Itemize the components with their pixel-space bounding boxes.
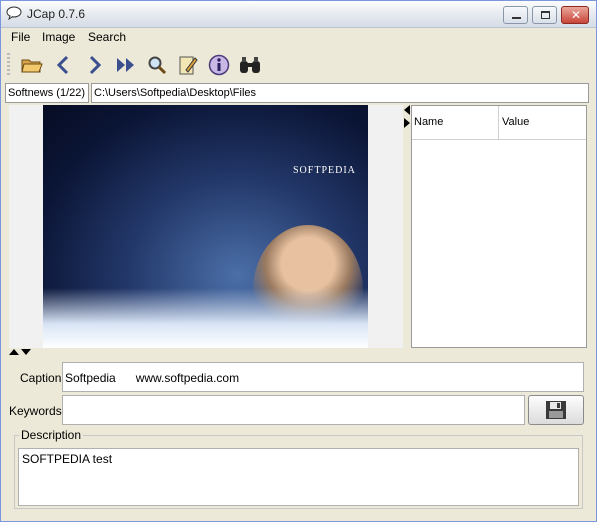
- binoculars-button[interactable]: [238, 53, 262, 77]
- menu-search[interactable]: Search: [88, 30, 126, 44]
- column-value[interactable]: Value: [502, 116, 529, 128]
- path-field[interactable]: C:\Users\Softpedia\Desktop\Files: [91, 83, 589, 103]
- collapse-down-icon[interactable]: [21, 349, 31, 355]
- image-preview: SOFTPEDIA: [43, 105, 368, 348]
- next-icon: [89, 55, 102, 75]
- image-wave: [43, 288, 368, 348]
- last-icon: [117, 58, 134, 72]
- caption-label: Caption:: [20, 371, 65, 385]
- description-legend: Description: [19, 428, 84, 442]
- floppy-disk-icon: [546, 401, 566, 419]
- properties-table: Name Value: [411, 105, 587, 348]
- close-button[interactable]: ✕: [561, 6, 589, 24]
- properties-header: Name Value: [412, 106, 586, 140]
- last-button[interactable]: [114, 53, 138, 77]
- location-bar: Softnews (1/22) C:\Users\Softpedia\Deskt…: [5, 83, 589, 103]
- maximize-icon: [541, 11, 550, 19]
- speech-bubble-icon: [6, 6, 22, 20]
- keywords-field[interactable]: [62, 395, 525, 425]
- caption-field[interactable]: Softpedia www.softpedia.com: [62, 362, 584, 392]
- vertical-splitter[interactable]: [403, 105, 411, 348]
- menu-image[interactable]: Image: [42, 30, 75, 44]
- menu-bar: File Image Search: [1, 28, 596, 48]
- open-folder-icon: [21, 59, 43, 73]
- next-button[interactable]: [83, 53, 107, 77]
- info-icon: [208, 54, 230, 76]
- collapse-right-icon[interactable]: [404, 118, 410, 128]
- minimize-icon: [512, 17, 521, 19]
- search-button[interactable]: [145, 53, 169, 77]
- menu-file[interactable]: File: [11, 30, 30, 44]
- binoculars-icon: [240, 57, 260, 73]
- save-button[interactable]: [528, 395, 584, 425]
- app-window: JCap 0.7.6 ✕ File Image Search Softnews …: [0, 0, 597, 522]
- open-folder-button[interactable]: [20, 53, 44, 77]
- collapse-up-icon[interactable]: [9, 349, 19, 355]
- image-viewer[interactable]: SOFTPEDIA: [9, 105, 403, 348]
- toolbar-grip[interactable]: [7, 53, 10, 77]
- close-icon: ✕: [571, 8, 582, 22]
- edit-button[interactable]: [176, 53, 200, 77]
- info-button[interactable]: [207, 53, 231, 77]
- column-divider[interactable]: [498, 106, 499, 140]
- collapse-left-icon[interactable]: [404, 105, 410, 115]
- horizontal-splitter[interactable]: [9, 348, 587, 356]
- previous-button[interactable]: [51, 53, 75, 77]
- keywords-label: Keywords:: [9, 404, 66, 418]
- maximize-button[interactable]: [532, 6, 557, 24]
- window-title: JCap 0.7.6: [27, 7, 86, 21]
- image-logo-text: SOFTPEDIA: [293, 165, 356, 176]
- minimize-button[interactable]: [503, 6, 528, 24]
- collection-label[interactable]: Softnews (1/22): [5, 83, 89, 103]
- description-field[interactable]: SOFTPEDIA test: [18, 448, 579, 506]
- toolbar: [1, 49, 596, 81]
- title-bar[interactable]: JCap 0.7.6 ✕: [1, 1, 596, 28]
- column-name[interactable]: Name: [414, 116, 443, 128]
- edit-icon: [179, 56, 198, 75]
- description-group: Description SOFTPEDIA test: [14, 428, 583, 509]
- search-icon: [148, 56, 167, 75]
- previous-icon: [56, 55, 69, 75]
